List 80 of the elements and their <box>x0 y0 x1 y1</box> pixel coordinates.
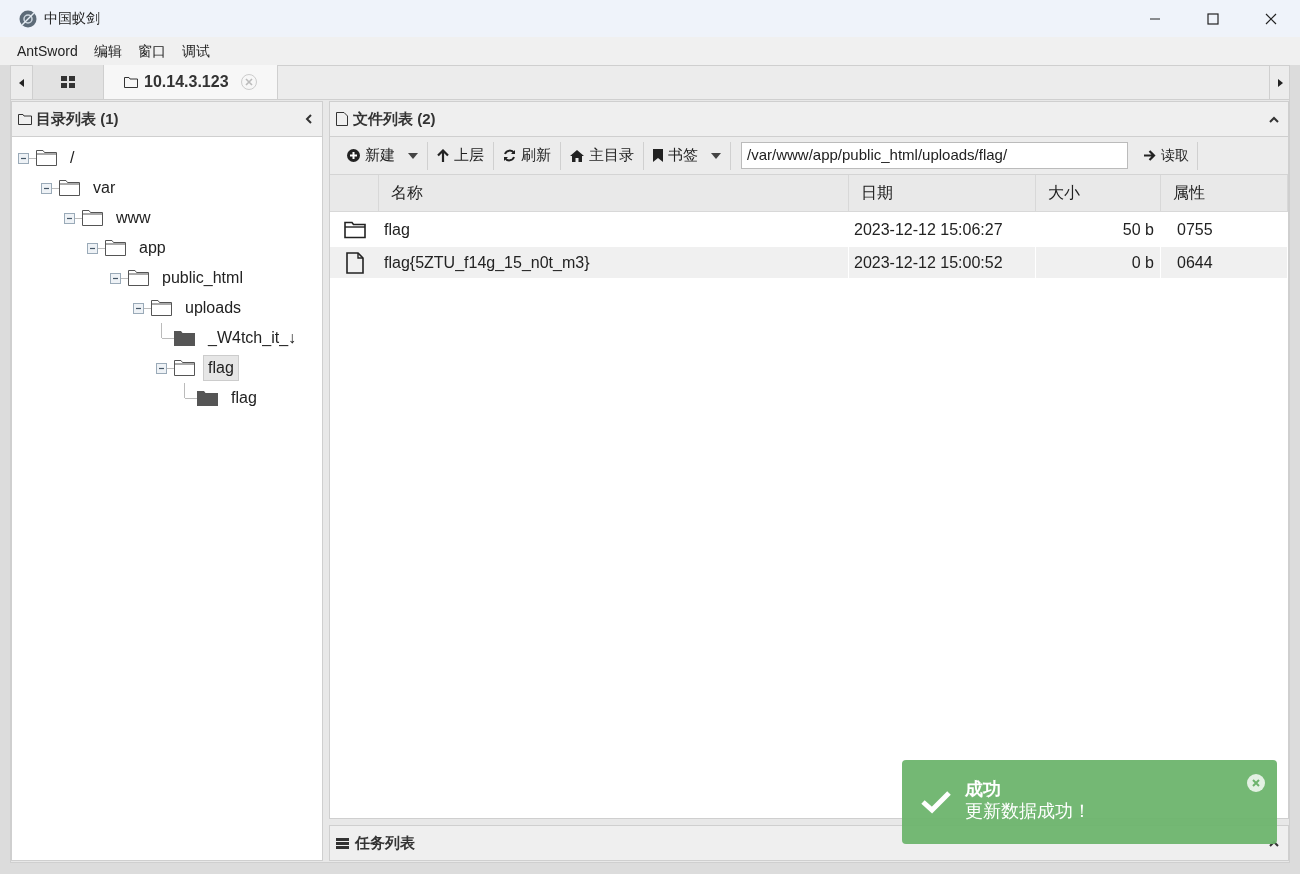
folder-icon <box>151 300 172 316</box>
panel-title: 目录列表 (1) <box>36 108 119 129</box>
tree-item[interactable]: var <box>88 175 121 201</box>
maximize-icon <box>1207 12 1219 25</box>
up-button[interactable]: 上层 <box>428 141 494 170</box>
table-row[interactable]: flag{5ZTU_f14g_15_n0t_m3} 2023-12-12 15:00:52 0 b 0644 <box>330 247 1288 278</box>
file-name: flag <box>384 219 410 240</box>
menu-item[interactable]: 编辑 <box>93 40 122 62</box>
triangle-right-icon <box>1276 78 1283 87</box>
collapse-toggle[interactable] <box>41 182 52 194</box>
table-cell-text: 2023-12-12 15:06:27 <box>854 219 1003 240</box>
table-cell-text: 50 b <box>1122 219 1154 240</box>
close-icon <box>1252 779 1260 787</box>
tree-item[interactable]: uploads <box>180 295 247 321</box>
tree-item[interactable]: app <box>134 235 171 261</box>
tree-item[interactable]: flag <box>226 385 262 411</box>
toast-message: 更新数据成功！ <box>965 800 1091 822</box>
column-header[interactable]: 名称 <box>379 175 849 211</box>
column-header[interactable]: 属性 <box>1161 175 1288 211</box>
menu-item[interactable]: 调试 <box>181 40 210 62</box>
collapse-toggle[interactable] <box>18 152 29 164</box>
folder-icon <box>59 180 80 196</box>
folder-icon <box>18 113 32 125</box>
folder-icon <box>128 270 149 286</box>
grid-icon <box>61 76 75 88</box>
table-cell-text: 2023-12-12 15:00:52 <box>854 252 1003 273</box>
tree-item[interactable]: / <box>65 145 80 171</box>
tree-item[interactable]: public_html <box>157 265 248 291</box>
refresh-button[interactable]: 刷新 <box>494 141 561 170</box>
arrow-up-icon <box>437 149 449 162</box>
path-field[interactable]: /var/www/app/public_html/uploads/flag/ <box>741 142 1128 169</box>
tree-item[interactable]: www <box>111 205 156 231</box>
folder-icon <box>82 210 103 226</box>
grid-tab[interactable] <box>33 65 104 99</box>
chevron-up-icon <box>1269 115 1279 123</box>
app-logo-icon <box>19 9 37 28</box>
panel-title: 任务列表 <box>355 832 415 853</box>
collapse-toggle[interactable] <box>133 302 144 314</box>
folder-icon <box>174 360 195 376</box>
folder-icon <box>174 330 195 346</box>
tree-item[interactable]: flag <box>203 355 239 381</box>
column-header[interactable]: 大小 <box>1036 175 1161 211</box>
collapse-toggle[interactable] <box>156 362 167 374</box>
home-button[interactable]: 主目录 <box>561 141 644 170</box>
table-cell-text: 0755 <box>1177 219 1213 240</box>
collapse-toggle[interactable] <box>87 242 98 254</box>
table-cell-text: 0644 <box>1177 252 1213 273</box>
folder-icon <box>343 220 366 239</box>
menu-item[interactable]: AntSword <box>17 40 78 62</box>
bookmark-button[interactable]: 书签 <box>644 141 731 170</box>
window-title: 中国蚁剑 <box>44 9 100 28</box>
tab[interactable]: 10.14.3.123 <box>104 65 278 99</box>
folder-icon <box>197 390 218 406</box>
home-icon <box>570 149 584 162</box>
arrow-right-icon <box>1144 150 1156 161</box>
folder-icon <box>124 76 138 88</box>
table-cell-text: 0 b <box>1131 252 1154 273</box>
toast-title: 成功 <box>965 778 1002 800</box>
refresh-icon <box>503 149 516 162</box>
file-icon <box>336 112 348 126</box>
folder-icon <box>36 150 57 166</box>
menu-item[interactable]: 窗口 <box>137 40 166 62</box>
file-icon <box>345 251 364 274</box>
chevron-left-icon <box>304 114 312 124</box>
bookmark-icon <box>653 149 663 162</box>
check-icon <box>920 790 952 814</box>
collapse-toggle[interactable] <box>110 272 121 284</box>
new-button[interactable]: 新建 <box>338 141 428 170</box>
close-icon <box>1265 12 1277 25</box>
read-button[interactable]: 读取 <box>1136 141 1198 170</box>
panel-title: 文件列表 (2) <box>353 108 436 129</box>
plus-circle-icon <box>347 149 360 162</box>
collapse-toggle[interactable] <box>64 212 75 224</box>
list-icon <box>336 837 349 849</box>
file-name: flag{5ZTU_f14g_15_n0t_m3} <box>384 252 590 273</box>
tree-item[interactable]: _W4tch_it_↓ <box>203 325 302 351</box>
close-icon <box>244 78 253 86</box>
column-header[interactable]: 日期 <box>849 175 1036 211</box>
folder-icon <box>105 240 126 256</box>
triangle-left-icon <box>18 78 25 87</box>
